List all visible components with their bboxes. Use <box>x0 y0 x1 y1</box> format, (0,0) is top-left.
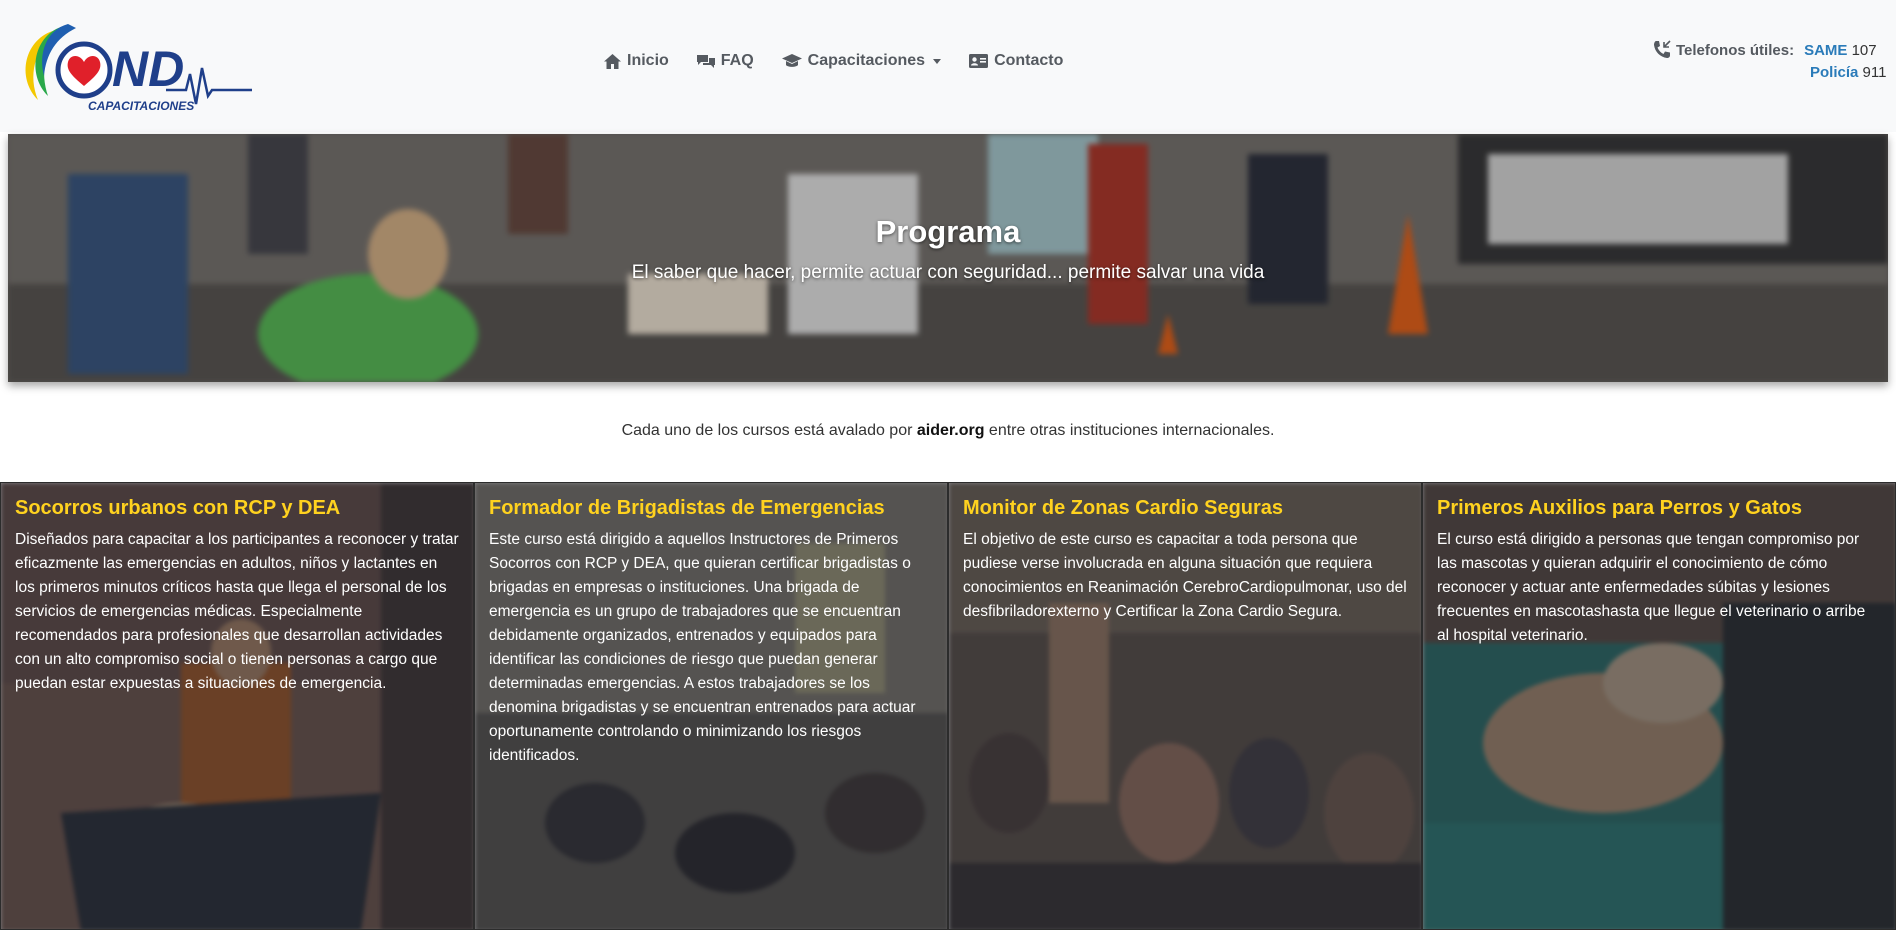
course-card-title: Socorros urbanos con RCP y DEA <box>15 497 341 519</box>
phone-entry-same[interactable]: SAME 107 <box>1804 42 1877 59</box>
phone-number: 107 <box>1851 41 1877 59</box>
endorsement-suffix: entre otras instituciones internacionale… <box>988 422 1275 439</box>
endorsement-org-link[interactable]: aider.org <box>917 422 985 439</box>
course-card-text: El objetivo de este curso es capacitar a… <box>963 531 1407 620</box>
course-card-title: Monitor de Zonas Cardio Seguras <box>963 497 1284 519</box>
phones-label: Telefonos útiles: <box>1676 41 1795 59</box>
nav-item-capacitaciones[interactable]: Capacitaciones <box>781 52 942 70</box>
logo-graphic: ND CAPACITACIONES <box>25 24 252 113</box>
nav-label-inicio: Inicio <box>627 52 669 69</box>
nav-label-faq: FAQ <box>720 52 754 69</box>
course-card[interactable]: Socorros urbanos con RCP y DEA Diseñados… <box>0 482 474 930</box>
course-cards: Socorros urbanos con RCP y DEA Diseñados… <box>0 482 1896 930</box>
useful-phones: Telefonos útiles: SAME 107 Policía 911 <box>1652 40 1892 81</box>
phone-icon <box>1654 40 1671 58</box>
hero-subtitle: El saber que hacer, permite actuar con s… <box>631 262 1265 283</box>
address-card-icon <box>969 54 989 68</box>
home-icon <box>604 53 621 69</box>
course-card-text: Este curso está dirigido a aquellos Inst… <box>489 531 916 764</box>
endorsement-prefix: Cada uno de los cursos está avalado por <box>621 422 913 439</box>
phone-number: 911 <box>1862 64 1887 81</box>
site-logo[interactable]: ND CAPACITACIONES <box>16 12 256 120</box>
course-card-title: Formador de Brigadistas de Emergencias <box>489 497 885 519</box>
chevron-down-icon <box>933 58 942 64</box>
course-card-title: Primeros Auxilios para Perros y Gatos <box>1437 497 1802 519</box>
course-card-text: El curso está dirigido a personas que te… <box>1437 531 1866 644</box>
site-header: ND CAPACITACIONES Inicio FAQ Capacitacio… <box>0 0 1896 132</box>
logo-subtitle: CAPACITACIONES <box>88 99 194 113</box>
nav-item-inicio[interactable]: Inicio <box>604 52 669 70</box>
course-card[interactable]: Formador de Brigadistas de Emergencias E… <box>474 482 948 930</box>
nav-item-faq[interactable]: FAQ <box>696 52 754 70</box>
phone-name: SAME <box>1804 41 1848 59</box>
logo-mark: ND <box>112 41 184 97</box>
nav-label-contacto: Contacto <box>994 52 1064 69</box>
hero-banner: Programa El saber que hacer, permite act… <box>8 134 1888 382</box>
phone-entry-policia[interactable]: Policía 911 <box>1810 64 1886 81</box>
hero-title: Programa <box>875 214 1021 249</box>
course-card-text: Diseñados para capacitar a los participa… <box>15 531 459 692</box>
course-card[interactable]: Monitor de Zonas Cardio Seguras El objet… <box>948 482 1422 930</box>
phones-heading: Telefonos útiles: <box>1652 40 1794 60</box>
phone-name: Policía <box>1810 64 1859 81</box>
course-card[interactable]: Primeros Auxilios para Perros y Gatos El… <box>1422 482 1896 930</box>
main-nav: Inicio FAQ Capacitaciones Contacto <box>604 52 1063 70</box>
nav-item-contacto[interactable]: Contacto <box>969 52 1063 70</box>
graduation-cap-icon <box>781 54 802 67</box>
endorsement-text: Cada uno de los cursos está avalado por … <box>0 422 1896 440</box>
comments-icon <box>696 54 715 68</box>
nav-label-capacitaciones: Capacitaciones <box>807 52 926 69</box>
